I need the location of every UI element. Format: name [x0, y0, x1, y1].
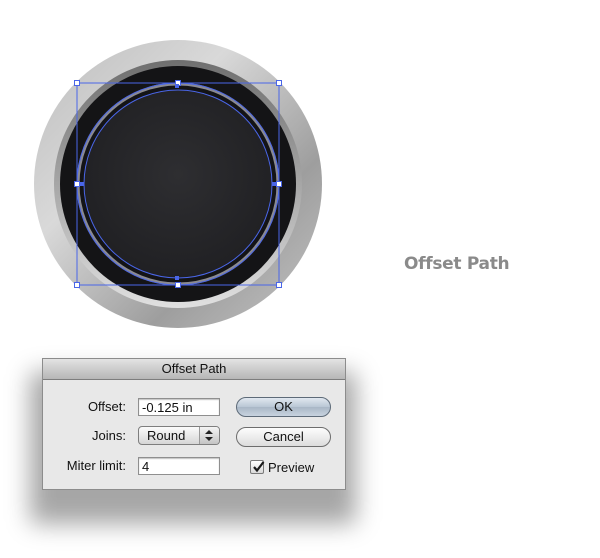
artboard [34, 40, 322, 328]
updown-arrows-icon [199, 427, 219, 444]
checkmark-icon [253, 461, 265, 473]
preview-label[interactable]: Preview [268, 460, 314, 475]
cancel-button[interactable]: Cancel [236, 427, 331, 447]
handle-bottom-right[interactable] [276, 282, 282, 288]
anchor-right [272, 182, 276, 186]
joins-value: Round [147, 428, 186, 443]
joins-select[interactable]: Round [138, 426, 220, 445]
offset-input[interactable] [138, 398, 220, 416]
anchor-top [175, 84, 179, 88]
button-face [84, 90, 272, 278]
joins-label: Joins: [92, 428, 126, 443]
ok-button[interactable]: OK [236, 397, 331, 417]
preview-checkbox[interactable] [250, 460, 265, 474]
side-caption: Offset Path [404, 254, 510, 274]
offset-label: Offset: [87, 399, 126, 414]
offset-path-dialog: Offset Path Offset: Joins: Round Miter l… [42, 358, 346, 490]
handle-top-right[interactable] [276, 80, 282, 86]
miter-limit-label: Miter limit: [66, 458, 126, 473]
handle-right[interactable] [276, 181, 282, 187]
handle-bottom[interactable] [175, 282, 181, 288]
handle-left[interactable] [74, 181, 80, 187]
dialog-title[interactable]: Offset Path [43, 359, 345, 380]
miter-limit-input[interactable] [138, 457, 220, 475]
anchor-bottom [175, 276, 179, 280]
handle-bottom-left[interactable] [74, 282, 80, 288]
anchor-left [80, 182, 84, 186]
handle-top-left[interactable] [74, 80, 80, 86]
